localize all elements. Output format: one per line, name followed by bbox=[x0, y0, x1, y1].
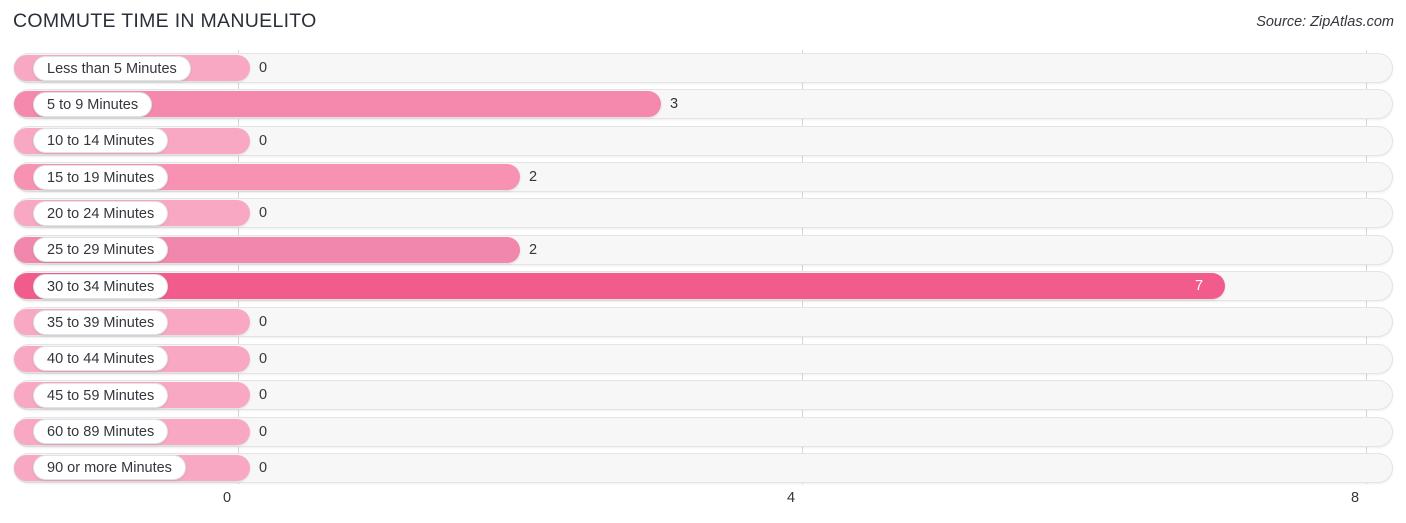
category-label: 35 to 39 Minutes bbox=[33, 309, 169, 335]
category-label: 10 to 14 Minutes bbox=[33, 128, 169, 154]
category-label: 60 to 89 Minutes bbox=[33, 419, 169, 444]
x-axis: 0 4 8 bbox=[0, 486, 1406, 523]
bar-row[interactable]: Less than 5 Minutes 0 bbox=[0, 53, 1406, 83]
bar-row[interactable]: 15 to 19 Minutes 2 bbox=[0, 162, 1406, 193]
bar-value-label: 7 bbox=[1195, 278, 1204, 295]
bar-value-label: 0 bbox=[259, 205, 268, 222]
bar-value-label: 0 bbox=[259, 60, 268, 76]
bar-value-label: 0 bbox=[259, 387, 268, 404]
page-title: COMMUTE TIME IN MANUELITO bbox=[13, 10, 317, 32]
category-label: 40 to 44 Minutes bbox=[33, 346, 169, 372]
bar-row[interactable]: 90 or more Minutes 0 bbox=[0, 452, 1406, 483]
category-label: 15 to 19 Minutes bbox=[33, 164, 169, 190]
x-tick-label: 0 bbox=[222, 490, 232, 506]
commute-time-bar-chart: COMMUTE TIME IN MANUELITO Source: ZipAtl… bbox=[0, 0, 1406, 523]
bar-value-label: 0 bbox=[259, 314, 268, 331]
bar-row[interactable]: 40 to 44 Minutes 0 bbox=[0, 343, 1406, 374]
source-attribution: Source: ZipAtlas.com bbox=[1256, 14, 1394, 30]
bar-row[interactable]: 10 to 14 Minutes 0 bbox=[0, 125, 1406, 156]
category-label: 30 to 34 Minutes bbox=[33, 273, 169, 299]
category-label: 20 to 24 Minutes bbox=[33, 200, 169, 226]
bar-value-label: 3 bbox=[670, 96, 679, 113]
bar-value-label: 0 bbox=[259, 132, 268, 149]
category-label: 25 to 29 Minutes bbox=[33, 237, 169, 263]
bar-row[interactable]: 5 to 9 Minutes 3 bbox=[0, 89, 1406, 120]
bar-value-label: 2 bbox=[529, 241, 538, 258]
bar-row[interactable]: 25 to 29 Minutes 2 bbox=[0, 234, 1406, 265]
x-tick-label: 8 bbox=[1350, 490, 1360, 506]
bar[interactable] bbox=[14, 273, 1225, 300]
category-label: Less than 5 Minutes bbox=[33, 55, 191, 81]
bar-value-label: 0 bbox=[259, 459, 268, 476]
bar-value-label: 2 bbox=[529, 169, 538, 186]
bar-row[interactable]: 60 to 89 Minutes 0 bbox=[0, 416, 1406, 447]
bar-row[interactable]: 35 to 39 Minutes 0 bbox=[0, 307, 1406, 338]
bar-row[interactable]: 30 to 34 Minutes 7 bbox=[0, 271, 1406, 302]
bar-value-label: 0 bbox=[259, 423, 268, 440]
category-label: 45 to 59 Minutes bbox=[33, 382, 169, 408]
x-tick-label: 4 bbox=[786, 490, 796, 506]
bar-row[interactable]: 20 to 24 Minutes 0 bbox=[0, 198, 1406, 229]
plot-area: Less than 5 Minutes 0 5 to 9 Minutes 3 10 to… bbox=[0, 50, 1406, 484]
category-label: 5 to 9 Minutes bbox=[33, 91, 153, 117]
bar-row[interactable]: 45 to 59 Minutes 0 bbox=[0, 380, 1406, 411]
bar-value-label: 0 bbox=[259, 350, 268, 367]
category-label: 90 or more Minutes bbox=[33, 455, 186, 481]
